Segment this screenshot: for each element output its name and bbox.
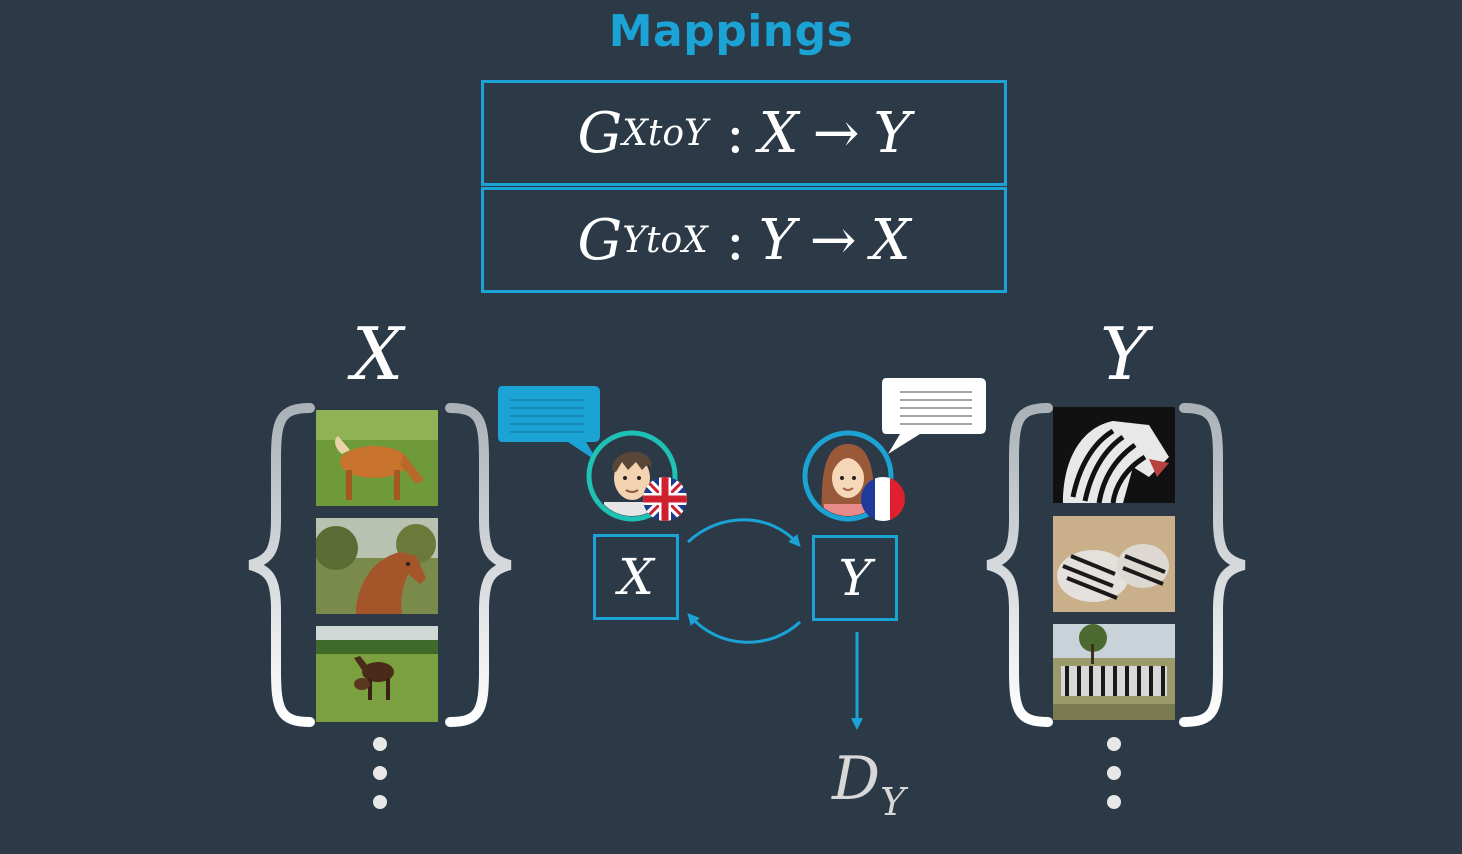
arrow-y-to-x [687,613,802,644]
discriminator-name: D [832,744,881,814]
arrow-x-to-y [686,518,801,548]
discriminator-label: DY [832,744,905,824]
discriminator-subscript: Y [880,780,906,824]
connector-arrows [686,518,863,730]
